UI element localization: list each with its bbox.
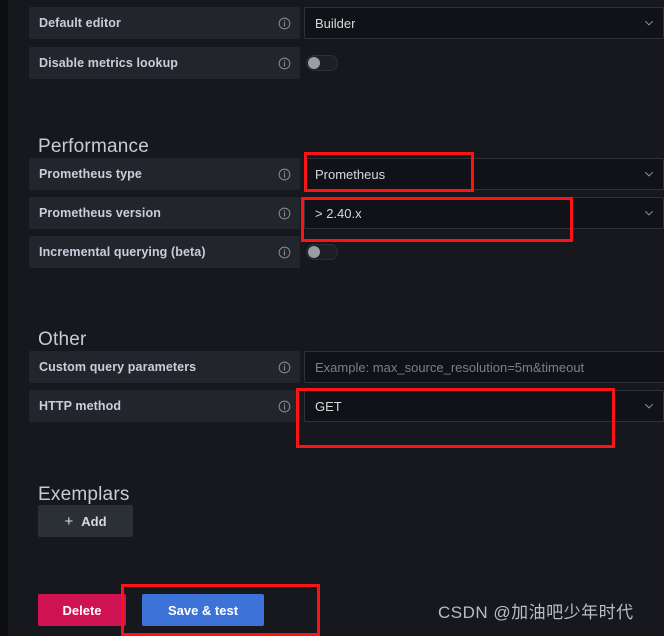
settings-form: Default editor Builder Disable metrics l…: [8, 0, 664, 636]
section-title-exemplars: Exemplars: [38, 483, 130, 505]
field-row-default-editor: Default editor Builder: [29, 7, 664, 39]
add-button-label: Add: [81, 513, 107, 529]
toggle-disable-metrics-lookup[interactable]: [306, 55, 338, 71]
toggle-knob: [308, 57, 320, 69]
field-row-http-method: HTTP method GET: [29, 390, 664, 422]
info-circle-icon[interactable]: [278, 361, 291, 374]
select-default-editor[interactable]: Builder: [304, 7, 664, 39]
field-label-disable-metrics-lookup: Disable metrics lookup: [29, 47, 300, 79]
watermark-text: CSDN @加油吧少年时代: [438, 603, 634, 622]
field-row-custom-query-parameters: Custom query parameters Example: max_sou…: [29, 351, 664, 383]
field-label-custom-query-parameters: Custom query parameters: [29, 351, 300, 383]
field-label-incremental-querying: Incremental querying (beta): [29, 236, 300, 268]
field-row-prometheus-type: Prometheus type Prometheus: [29, 158, 664, 190]
select-prometheus-version[interactable]: > 2.40.x: [304, 197, 664, 229]
chevron-down-icon: [643, 168, 655, 180]
field-row-incremental-querying: Incremental querying (beta): [29, 236, 338, 268]
plus-icon: +: [64, 512, 74, 530]
select-http-method[interactable]: GET: [304, 390, 664, 422]
add-exemplar-button[interactable]: + Add: [38, 505, 133, 537]
chevron-down-icon: [643, 400, 655, 412]
select-value: GET: [315, 398, 342, 414]
datasource-settings-page: Default editor Builder Disable metrics l…: [0, 0, 664, 636]
input-placeholder: Example: max_source_resolution=5m&timeou…: [315, 359, 585, 375]
field-row-prometheus-version: Prometheus version > 2.40.x: [29, 197, 664, 229]
select-prometheus-type[interactable]: Prometheus: [304, 158, 664, 190]
info-circle-icon[interactable]: [278, 57, 291, 70]
label-text: Prometheus type: [39, 167, 142, 181]
chevron-down-icon: [643, 17, 655, 29]
chevron-down-icon: [643, 207, 655, 219]
toggle-incremental-querying[interactable]: [306, 244, 338, 260]
delete-button[interactable]: Delete: [38, 594, 126, 626]
label-text: Prometheus version: [39, 206, 161, 220]
select-value: Builder: [315, 15, 356, 31]
label-text: HTTP method: [39, 399, 122, 413]
field-row-disable-metrics-lookup: Disable metrics lookup: [29, 47, 338, 79]
info-circle-icon[interactable]: [278, 17, 291, 30]
save-and-test-button[interactable]: Save & test: [142, 594, 264, 626]
page-gutter: [0, 0, 8, 636]
info-circle-icon[interactable]: [278, 207, 291, 220]
field-label-default-editor: Default editor: [29, 7, 300, 39]
select-value: > 2.40.x: [315, 205, 362, 221]
input-custom-query-parameters[interactable]: Example: max_source_resolution=5m&timeou…: [304, 351, 664, 383]
field-label-prometheus-type: Prometheus type: [29, 158, 300, 190]
section-title-performance: Performance: [38, 135, 149, 157]
label-text: Disable metrics lookup: [39, 56, 179, 70]
label-text: Incremental querying (beta): [39, 245, 206, 259]
field-label-http-method: HTTP method: [29, 390, 300, 422]
toggle-knob: [308, 246, 320, 258]
info-circle-icon[interactable]: [278, 168, 291, 181]
info-circle-icon[interactable]: [278, 400, 291, 413]
label-text: Custom query parameters: [39, 360, 197, 374]
info-circle-icon[interactable]: [278, 246, 291, 259]
section-title-other: Other: [38, 328, 87, 350]
field-label-prometheus-version: Prometheus version: [29, 197, 300, 229]
label-text: Default editor: [39, 16, 121, 30]
select-value: Prometheus: [315, 166, 386, 182]
